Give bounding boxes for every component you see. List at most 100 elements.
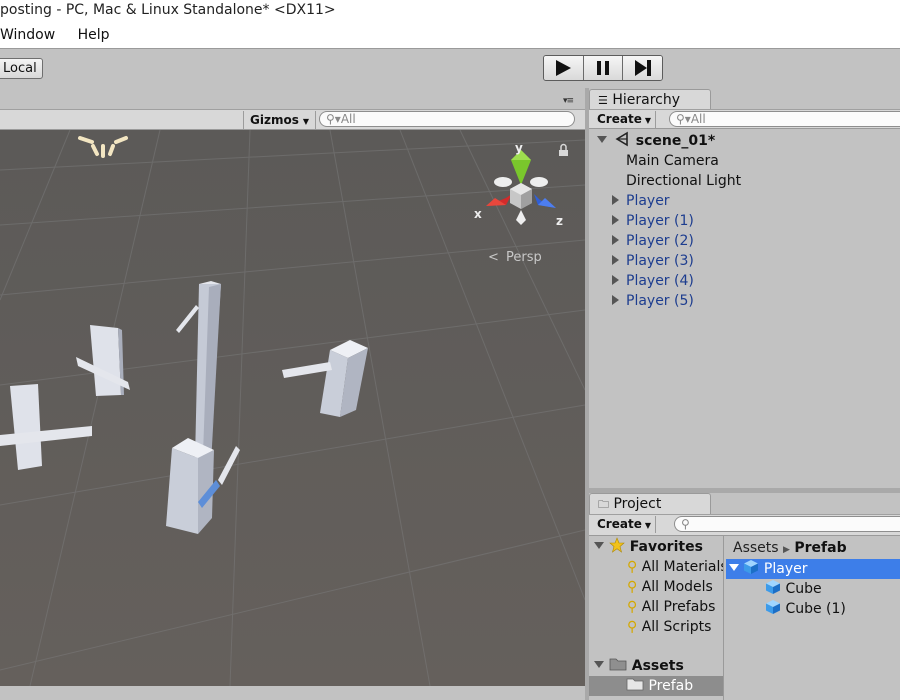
hierarchy-list: scene_01* Main Camera Directional Light …: [589, 130, 900, 488]
panel-menu-icon[interactable]: ▾≡: [563, 96, 574, 106]
hierarchy-item-player-1[interactable]: Player (1): [612, 211, 694, 231]
hierarchy-create-button[interactable]: Create ▼: [597, 111, 656, 128]
step-button[interactable]: [623, 56, 662, 80]
hierarchy-item-label: Player (2): [626, 233, 694, 249]
file-cube[interactable]: Cube: [765, 579, 822, 599]
hierarchy-item-label: Player: [626, 193, 670, 209]
pivot-space-button[interactable]: Local: [0, 58, 43, 79]
file-label: Player: [763, 561, 808, 577]
step-icon: [634, 60, 651, 76]
unity-editor-window: posting - PC, Mac & Linux Standalone* <D…: [0, 0, 900, 700]
hierarchy-item-label: Player (1): [626, 213, 694, 229]
expand-arrow-icon[interactable]: [594, 542, 604, 549]
project-tab-label: Project: [613, 496, 662, 512]
project-folder-tree: Favorites ⚲ All Materials ⚲ All Models ⚲…: [589, 536, 724, 700]
project-file-list: Assets ▶ Prefab Player Cube Cube (1): [725, 536, 900, 700]
search-icon: ⚲▾: [676, 112, 691, 126]
gizmos-dropdown[interactable]: Gizmos ▼: [243, 111, 316, 129]
folder-icon: 🗀: [598, 498, 609, 511]
scene-search-placeholder: All: [340, 112, 356, 126]
file-label: Cube (1): [785, 601, 846, 617]
search-icon: ⚲: [627, 599, 638, 615]
tab-hierarchy[interactable]: ☰ Hierarchy: [589, 89, 711, 110]
file-player-prefab[interactable]: Player: [729, 559, 807, 579]
folder-icon: [626, 678, 644, 691]
axis-label-y: y: [515, 141, 523, 155]
pause-button[interactable]: [583, 56, 624, 80]
expand-arrow-icon[interactable]: [597, 136, 607, 143]
hierarchy-item-player-2[interactable]: Player (2): [612, 231, 694, 251]
breadcrumb-root[interactable]: Assets: [733, 540, 779, 556]
folder-icon: [609, 658, 627, 671]
hierarchy-list-icon: ☰: [598, 94, 608, 107]
star-icon: [609, 537, 625, 553]
main-toolbar: Local: [0, 48, 900, 88]
hierarchy-item-player[interactable]: Player: [612, 191, 670, 211]
favorite-label: All Materials: [641, 559, 724, 575]
unity-scene-icon: [615, 131, 628, 147]
project-breadcrumb: Assets ▶ Prefab: [733, 538, 847, 560]
prefab-cube-icon: [744, 560, 759, 574]
persp-chevron-icon: <: [488, 250, 499, 265]
expand-arrow-icon[interactable]: [612, 255, 619, 265]
project-search-input[interactable]: ⚲: [674, 516, 900, 532]
breadcrumb-current[interactable]: Prefab: [794, 540, 846, 556]
favorite-all-prefabs[interactable]: ⚲ All Prefabs: [627, 597, 715, 617]
hierarchy-search-input[interactable]: ⚲▾All: [669, 111, 900, 127]
chevron-down-icon: ▼: [302, 117, 309, 126]
search-icon: ⚲: [627, 559, 638, 575]
prefab-cube-icon: [766, 600, 780, 614]
favorites-header[interactable]: Favorites: [594, 537, 703, 557]
menu-item-help[interactable]: Help: [78, 22, 110, 48]
hierarchy-item-player-5[interactable]: Player (5): [612, 291, 694, 311]
favorite-label: All Scripts: [641, 619, 712, 635]
expand-arrow-icon[interactable]: [612, 275, 619, 285]
persp-label[interactable]: Persp: [506, 250, 542, 265]
expand-arrow-icon[interactable]: [594, 661, 604, 668]
expand-arrow-icon[interactable]: [729, 564, 739, 571]
scene-bottom-bar: [0, 686, 585, 700]
expand-arrow-icon[interactable]: [612, 295, 619, 305]
scene-viewport[interactable]: y x z < Persp: [0, 130, 585, 686]
expand-arrow-icon[interactable]: [612, 235, 619, 245]
hierarchy-item-player-3[interactable]: Player (3): [612, 251, 694, 271]
folder-prefab[interactable]: Prefab: [626, 676, 693, 696]
scene-name: scene_01*: [635, 133, 716, 149]
project-create-label: Create: [597, 517, 642, 531]
scene-search-input[interactable]: ⚲▾All: [319, 111, 575, 127]
search-icon: ⚲: [627, 579, 638, 595]
scene-root-item[interactable]: scene_01*: [597, 131, 715, 151]
hierarchy-item-directional-light[interactable]: Directional Light: [626, 171, 741, 191]
project-toolbar: Create ▼ ⚲: [589, 514, 900, 536]
chevron-down-icon: ▼: [644, 521, 651, 530]
hierarchy-item-label: Player (5): [626, 293, 694, 309]
hierarchy-toolbar: Create ▼ ⚲▾All: [589, 109, 900, 129]
favorite-label: All Models: [641, 579, 713, 595]
hierarchy-create-label: Create: [597, 112, 642, 126]
tab-project[interactable]: 🗀 Project: [589, 493, 711, 514]
project-create-button[interactable]: Create ▼: [597, 516, 656, 533]
favorite-all-scripts[interactable]: ⚲ All Scripts: [627, 617, 711, 637]
play-icon: [556, 60, 572, 76]
menu-item-window[interactable]: Window: [0, 22, 55, 48]
hierarchy-item-label: Player (4): [626, 273, 694, 289]
play-button[interactable]: [544, 56, 584, 80]
hierarchy-item-player-4[interactable]: Player (4): [612, 271, 694, 291]
scene-canvas[interactable]: y x z < Persp: [0, 130, 585, 686]
hierarchy-search-placeholder: All: [690, 112, 706, 126]
favorite-label: All Prefabs: [641, 599, 716, 615]
assets-header[interactable]: Assets: [594, 656, 684, 676]
search-icon: ⚲▾: [326, 112, 341, 126]
expand-arrow-icon[interactable]: [612, 215, 619, 225]
favorite-all-materials[interactable]: ⚲ All Materials: [627, 557, 724, 577]
expand-arrow-icon[interactable]: [612, 195, 619, 205]
scene-tab-row: [0, 88, 585, 109]
scene-toolbar: Gizmos ▼ ⚲▾All: [0, 109, 585, 130]
breadcrumb-separator-icon: ▶: [783, 545, 790, 555]
file-cube-1[interactable]: Cube (1): [765, 599, 846, 619]
favorites-label: Favorites: [629, 539, 703, 555]
favorite-all-models[interactable]: ⚲ All Models: [627, 577, 713, 597]
hierarchy-item-main-camera[interactable]: Main Camera: [626, 151, 719, 171]
prefab-cube-icon: [766, 580, 780, 594]
search-icon: ⚲: [681, 517, 690, 531]
